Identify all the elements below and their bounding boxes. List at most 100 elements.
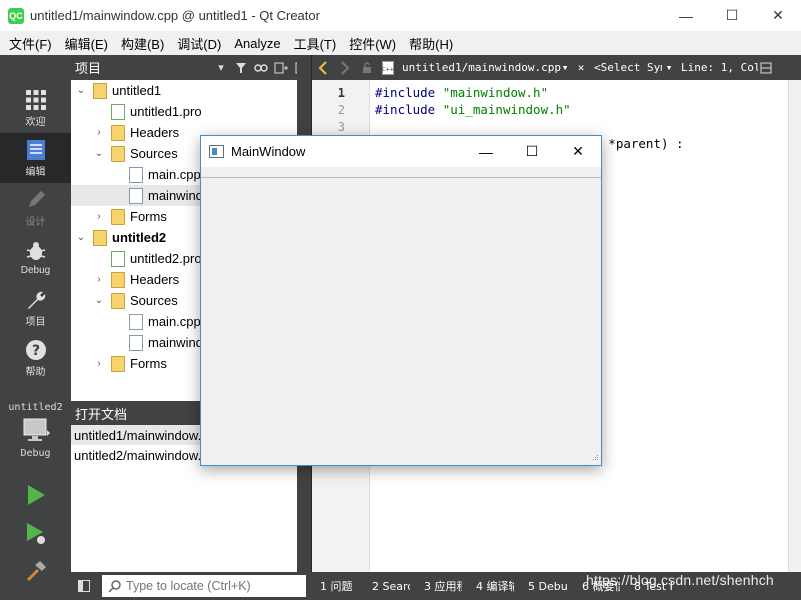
tree-item-label: Sources: [130, 293, 178, 308]
code-token: "ui_mainwindow.h": [442, 102, 571, 117]
close-document-icon[interactable]: ✕: [572, 55, 590, 80]
chevron-down-icon[interactable]: ⌄: [93, 295, 105, 306]
main-window-app[interactable]: MainWindow — ☐ ✕: [200, 135, 602, 466]
menu-widgets[interactable]: 控件(W): [344, 34, 401, 53]
mode-label: 欢迎: [25, 116, 46, 128]
forms-folder-icon: [111, 355, 125, 372]
tree-item[interactable]: ⌄ untitled1: [71, 80, 311, 101]
cursor-position[interactable]: Line: 1, Col: 1: [676, 55, 758, 80]
maximize-button[interactable]: ☐: [709, 0, 755, 31]
editor-toolbar: C++ untitled1/mainwindow.cpp ▾ ✕ <Select…: [312, 55, 801, 80]
mode-label: 帮助: [25, 366, 46, 378]
symbol-selector[interactable]: <Select Symbol>: [590, 55, 662, 80]
window-title: untitled1/mainwindow.cpp @ untitled1 - Q…: [30, 8, 320, 23]
output-pane-app-output[interactable]: 3 应用程序输出: [424, 578, 462, 594]
chevron-down-icon[interactable]: ⌄: [75, 232, 87, 243]
chevron-down-icon[interactable]: ⌄: [75, 85, 87, 96]
pro-file-icon: [111, 250, 125, 267]
filter-icon[interactable]: [231, 58, 251, 78]
chevron-right-icon[interactable]: ›: [93, 211, 105, 222]
menu-analyze[interactable]: Analyze: [229, 36, 285, 51]
menu-edit[interactable]: 编辑(E): [60, 34, 113, 53]
tree-item-label: untitled1.pro: [130, 104, 202, 119]
mode-welcome[interactable]: 欢迎: [0, 83, 71, 133]
forward-icon[interactable]: [334, 55, 356, 80]
editor-scrollbar[interactable]: [788, 80, 801, 572]
mode-label: 编辑: [25, 166, 46, 178]
tree-item-label: Headers: [130, 125, 180, 140]
code-token: #include: [375, 85, 443, 100]
grid-icon: [25, 89, 46, 110]
close-button[interactable]: ✕: [755, 0, 801, 31]
debug-run-icon: [26, 523, 45, 544]
line-number: 1: [337, 86, 345, 100]
output-pane-debugger[interactable]: 5 Debugger Console: [528, 580, 568, 593]
line-number: 3: [337, 120, 345, 134]
build-button[interactable]: [0, 555, 71, 587]
main-window-minimize-button[interactable]: —: [463, 136, 509, 167]
headers-folder-icon: [111, 124, 125, 141]
output-pane-search[interactable]: 2 Search Results: [372, 580, 410, 593]
chevron-down-icon[interactable]: ▾: [662, 55, 676, 80]
window-icon: [209, 145, 224, 158]
help-icon: ?: [25, 339, 46, 360]
run-button[interactable]: [0, 479, 71, 511]
tree-item-label: Forms: [130, 356, 167, 371]
output-pane-issues[interactable]: 1 问题: [320, 578, 358, 594]
mode-label: Debug: [20, 264, 51, 276]
bug-icon: [26, 241, 45, 260]
menu-help[interactable]: 帮助(H): [404, 34, 458, 53]
pencil-icon: [28, 190, 45, 207]
sources-folder-icon: [111, 292, 125, 309]
main-window-close-button[interactable]: ✕: [555, 136, 601, 167]
line-number: 2: [337, 103, 345, 117]
toggle-sidebar-icon[interactable]: [71, 572, 97, 600]
split-icon[interactable]: [271, 58, 291, 78]
locator-box[interactable]: [102, 575, 306, 597]
kit-project-label: untitled2: [8, 402, 63, 413]
resize-grip-icon[interactable]: [589, 453, 599, 463]
link-icon[interactable]: [251, 58, 271, 78]
kit-selector[interactable]: Debug: [0, 418, 71, 468]
mode-debug[interactable]: Debug: [0, 233, 71, 283]
menu-file[interactable]: 文件(F): [4, 34, 57, 53]
chevron-right-icon[interactable]: ›: [93, 358, 105, 369]
mode-label: 项目: [25, 316, 46, 328]
edit-document-icon: [26, 139, 45, 160]
mode-help[interactable]: ? 帮助: [0, 333, 71, 383]
project-icon: [93, 82, 107, 99]
projects-panel-title: 项目: [75, 61, 102, 76]
locator-input[interactable]: [126, 579, 296, 593]
svg-text:C++: C++: [382, 67, 394, 73]
view-dropdown-icon[interactable]: ▾: [211, 58, 231, 78]
svg-text:?: ?: [31, 343, 39, 359]
menu-bar: 文件(F) 编辑(E) 构建(B) 调试(D) Analyze 工具(T) 控件…: [0, 31, 801, 55]
split-editor-icon[interactable]: [758, 55, 774, 80]
output-pane-compile[interactable]: 4 编译输出: [476, 578, 514, 594]
main-window-maximize-button[interactable]: ☐: [509, 136, 555, 167]
menu-debug[interactable]: 调试(D): [172, 34, 226, 53]
tree-item[interactable]: untitled1.pro: [71, 101, 311, 122]
main-window-title: MainWindow: [231, 144, 306, 159]
cpp-file-icon: [129, 313, 143, 330]
chevron-down-icon[interactable]: ⌄: [93, 148, 105, 159]
mode-design[interactable]: 设计: [0, 183, 71, 233]
main-window-central-widget: [201, 179, 601, 465]
cpp-file-icon: [129, 187, 143, 204]
chevron-right-icon[interactable]: ›: [93, 127, 105, 138]
main-window-titlebar[interactable]: MainWindow — ☐ ✕: [201, 136, 601, 167]
mode-projects[interactable]: 项目: [0, 283, 71, 333]
chevron-right-icon[interactable]: ›: [93, 274, 105, 285]
chevron-down-icon[interactable]: ▾: [558, 55, 572, 80]
document-selector[interactable]: untitled1/mainwindow.cpp: [398, 55, 561, 80]
menu-tools[interactable]: 工具(T): [289, 34, 342, 53]
code-line: #include "mainwindow.h": [375, 85, 548, 100]
pro-file-icon: [111, 103, 125, 120]
back-icon[interactable]: [312, 55, 334, 80]
forms-folder-icon: [111, 208, 125, 225]
mode-edit[interactable]: 编辑: [0, 133, 71, 183]
debug-run-button[interactable]: [0, 518, 71, 550]
minimize-button[interactable]: —: [663, 0, 709, 31]
tree-item-label: untitled1: [112, 83, 162, 98]
menu-build[interactable]: 构建(B): [116, 34, 169, 53]
